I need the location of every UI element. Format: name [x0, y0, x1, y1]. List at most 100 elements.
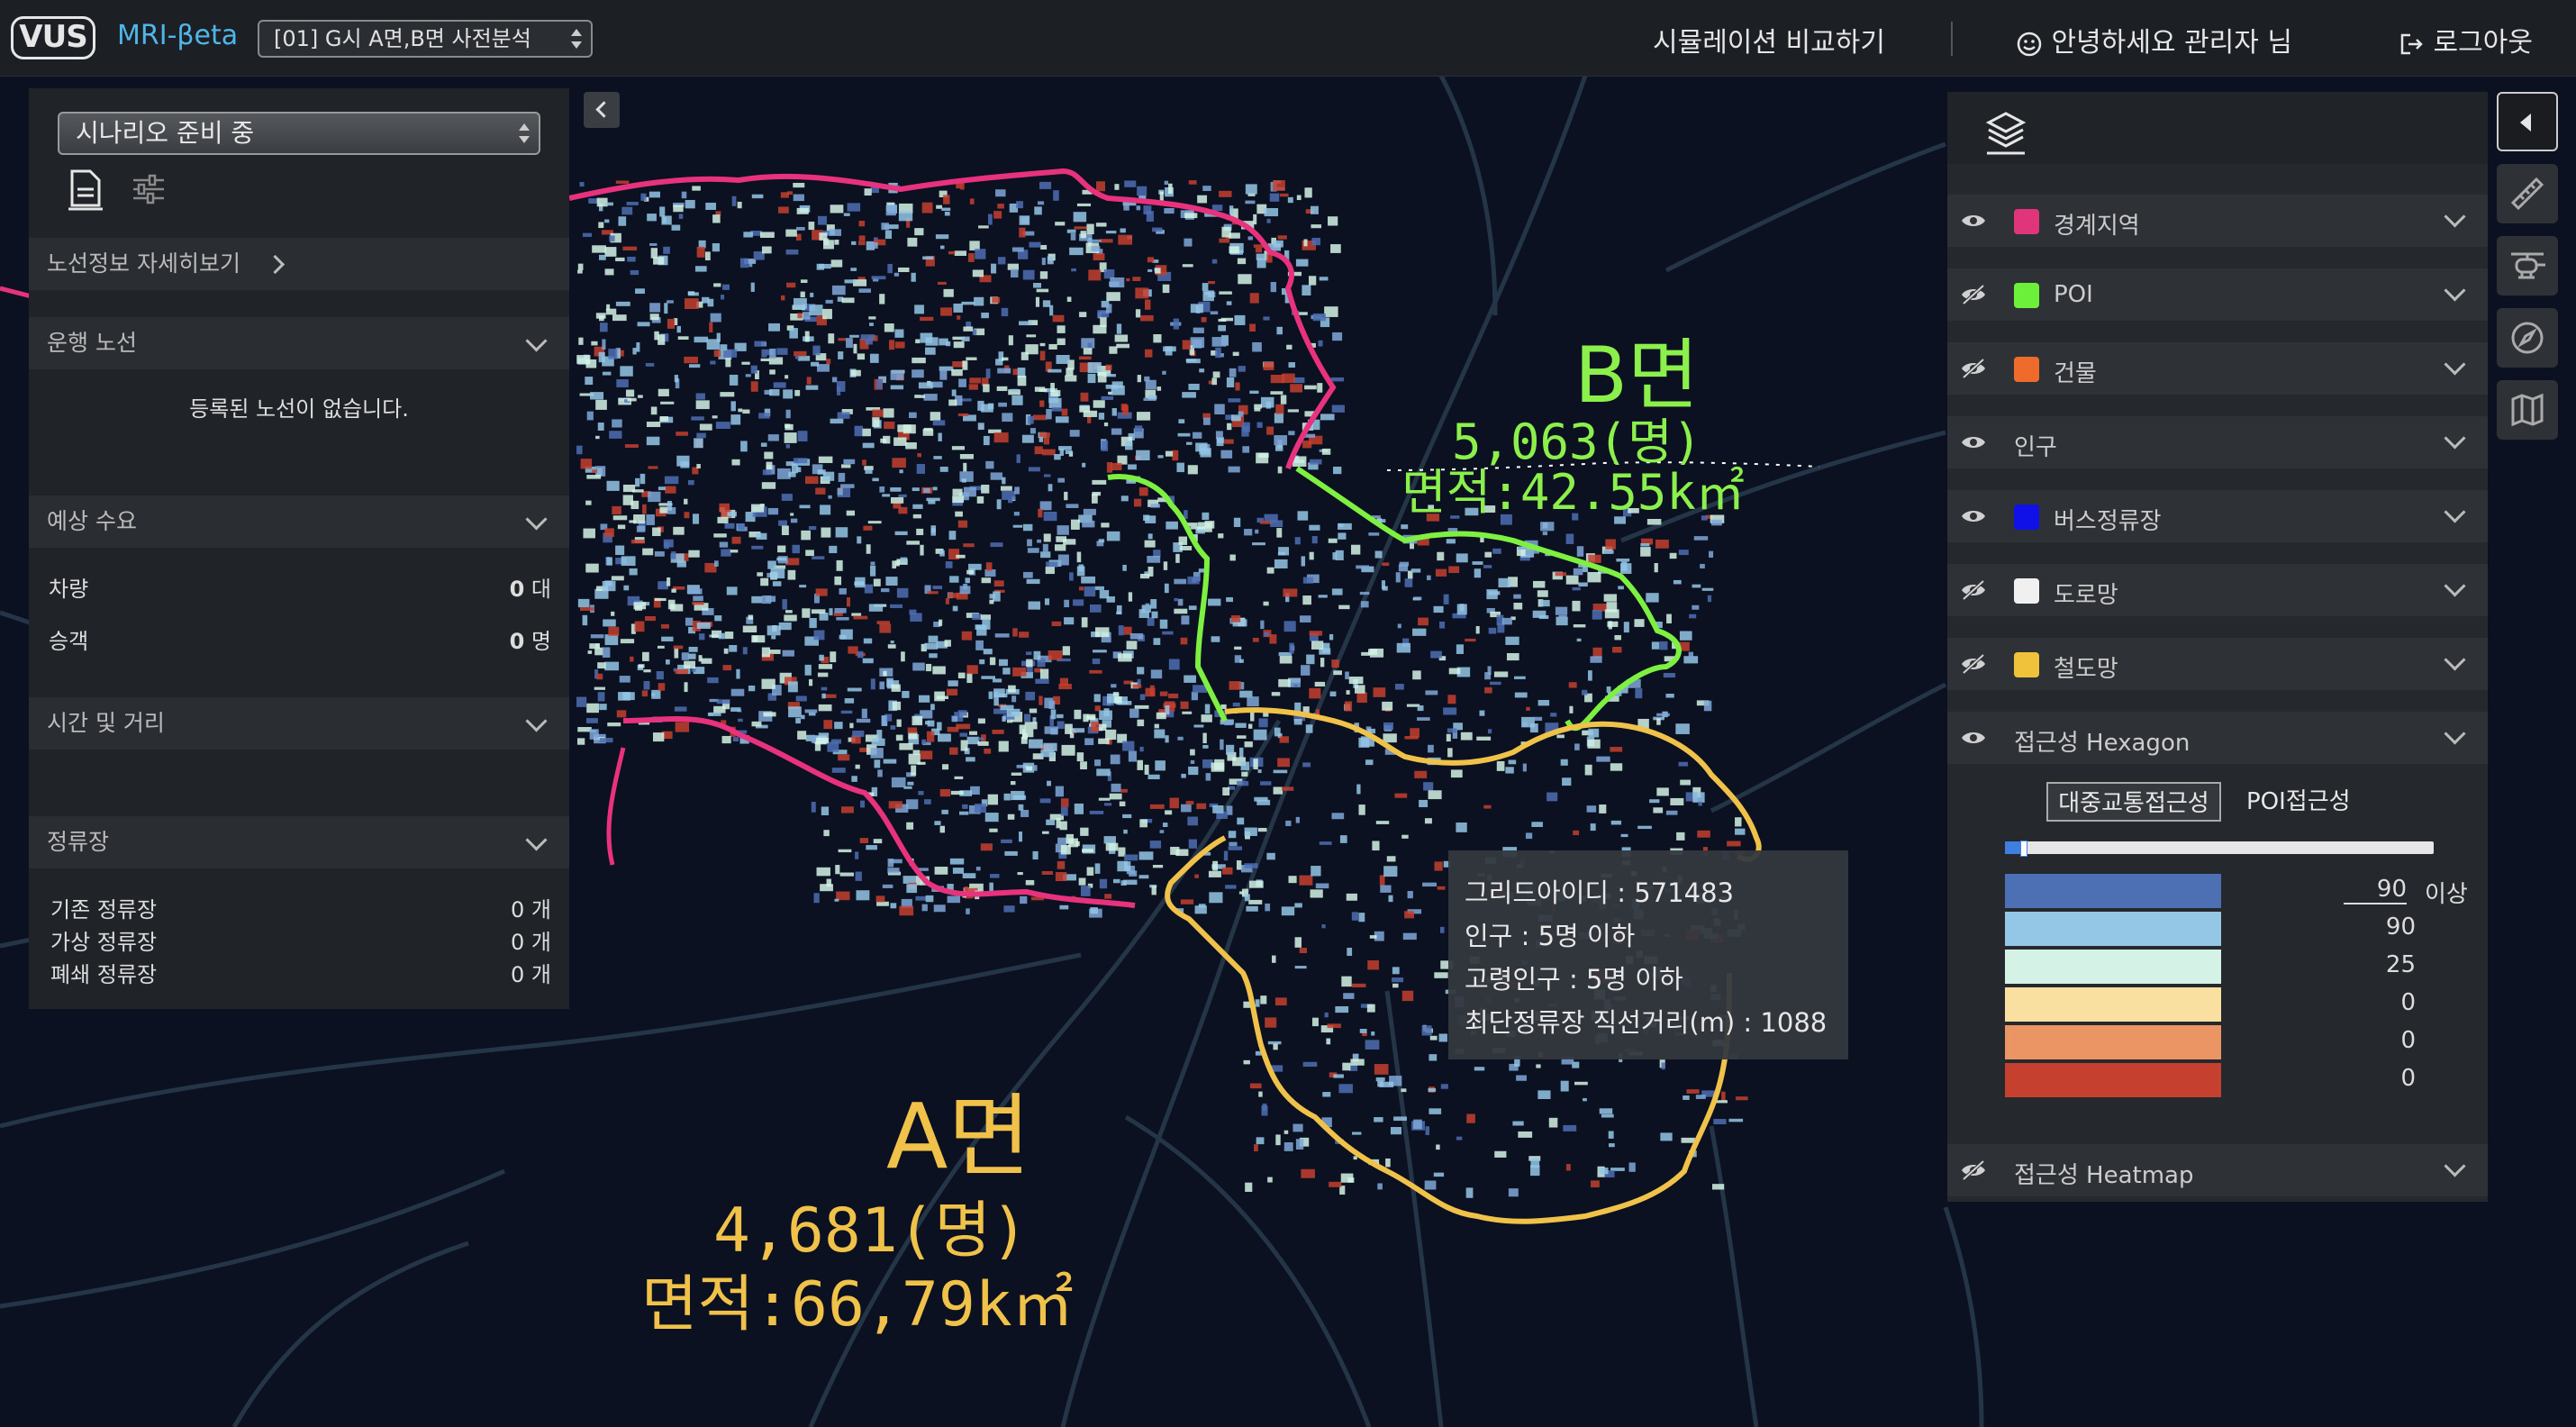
- closed-stop-count: 0: [510, 962, 525, 987]
- eye-icon[interactable]: [1960, 432, 1987, 457]
- stop-label-existing: 기존 정류장: [50, 897, 158, 923]
- demand-value-passenger: 0 명: [407, 623, 551, 655]
- scenario-status-value: 시나리오 준비 중: [76, 118, 255, 148]
- layer-label: 철도망: [2054, 656, 2118, 683]
- closed-stop-unit: 개: [531, 962, 551, 987]
- eye-icon[interactable]: [1960, 210, 1987, 235]
- layer-5[interactable]: 도로망: [1947, 564, 2488, 616]
- layer-0[interactable]: 경계지역: [1947, 195, 2488, 247]
- top-bar: VUS MRI-βeta [01] G시 A면,B면 사전분석 시뮬레이션 비교…: [0, 0, 2576, 77]
- compare-simulation-link[interactable]: 시뮬레이션 비교하기: [1653, 20, 1885, 59]
- virtual-stop-unit: 개: [531, 930, 551, 955]
- legend-swatch: [2005, 874, 2221, 908]
- collapse-left-panel-button[interactable]: [584, 92, 620, 128]
- empty-routes-text: 등록된 노선이 없습니다.: [189, 396, 409, 422]
- measure-button[interactable]: [2497, 164, 2558, 223]
- chevron-down-icon[interactable]: [2444, 1155, 2466, 1177]
- tooltip-distance: 최단정류장 직선거리(m) : 1088: [1465, 1007, 1828, 1038]
- layer-8[interactable]: 접근성 Heatmap: [1947, 1144, 2488, 1196]
- layers-panel: 경계지역 POI 건물인구버스정류장도로망철도망접근성 Hexagon 접근성 Hea…: [1947, 92, 2488, 1202]
- vehicle-count: 0: [509, 577, 525, 602]
- chevron-down-icon: [525, 710, 548, 732]
- logout-icon: [2400, 33, 2423, 54]
- select-arrows-icon: [519, 122, 530, 145]
- legend-swatch: [2005, 1063, 2221, 1097]
- legend-swatch: [2005, 987, 2221, 1022]
- scenario-select[interactable]: [01] G시 A면,B면 사전분석: [258, 20, 593, 58]
- sliders-icon: [133, 174, 164, 205]
- scenario-status-select[interactable]: 시나리오 준비 중: [58, 112, 540, 155]
- legend-threshold-input[interactable]: 90: [2344, 876, 2407, 904]
- stops-header[interactable]: 정류장: [29, 816, 569, 868]
- chevron-down-icon[interactable]: [2444, 427, 2466, 450]
- logout-button[interactable]: 로그아웃: [2398, 20, 2533, 59]
- compass-button[interactable]: [2497, 308, 2558, 368]
- chevron-down-icon[interactable]: [2444, 575, 2466, 597]
- eye-off-icon[interactable]: [1960, 1159, 1987, 1185]
- tab-document[interactable]: [65, 168, 106, 214]
- eye-icon[interactable]: [1960, 727, 1987, 752]
- eye-off-icon[interactable]: [1960, 579, 1987, 604]
- eye-off-icon[interactable]: [1960, 653, 1987, 678]
- operating-routes-header[interactable]: 운행 노선: [29, 317, 569, 369]
- layer-swatch: [2014, 283, 2039, 308]
- stop-label-virtual: 가상 정류장: [50, 930, 158, 955]
- existing-stop-unit: 개: [531, 897, 551, 923]
- layer-swatch: [2014, 209, 2039, 234]
- accessibility-slider[interactable]: [2005, 841, 2434, 857]
- chevron-down-icon[interactable]: [2444, 353, 2466, 376]
- legend-swatch: [2005, 1025, 2221, 1059]
- legend-value: 0: [2400, 1027, 2416, 1054]
- helicopter-view-button[interactable]: [2497, 236, 2558, 295]
- chevron-down-icon[interactable]: [2444, 649, 2466, 671]
- legend-value: 25: [2385, 951, 2416, 978]
- route-detail-label: 노선정보 자세히보기: [47, 250, 240, 277]
- layer-label: 접근성 Heatmap: [2014, 1162, 2194, 1189]
- toggle-panel-button[interactable]: [2497, 92, 2558, 151]
- tooltip-elderly: 고령인구 : 5명 이하: [1465, 964, 1683, 995]
- chevron-down-icon[interactable]: [2444, 279, 2466, 302]
- grid-tooltip: 그리드아이디 : 571483 인구 : 5명 이하 고령인구 : 5명 이하 …: [1448, 850, 1848, 1059]
- layer-label: 도로망: [2054, 582, 2118, 609]
- layer-7[interactable]: 접근성 Hexagon: [1947, 712, 2488, 764]
- eye-icon[interactable]: [1960, 505, 1987, 531]
- select-arrows-icon: [571, 27, 582, 50]
- layer-3[interactable]: 인구: [1947, 416, 2488, 468]
- layer-6[interactable]: 철도망: [1947, 638, 2488, 690]
- eye-off-icon[interactable]: [1960, 284, 1987, 309]
- tab-transit-accessibility[interactable]: 대중교통접근성: [2046, 782, 2221, 822]
- chevron-down-icon[interactable]: [2444, 723, 2466, 745]
- chevron-down-icon[interactable]: [2444, 205, 2466, 228]
- app-name: MRI-βeta: [117, 20, 239, 51]
- time-distance-header[interactable]: 시간 및 거리: [29, 697, 569, 750]
- compass-icon: [2511, 322, 2544, 354]
- area-b-area: 면적:42.55k㎡: [1401, 464, 1745, 521]
- eye-off-icon[interactable]: [1960, 358, 1987, 383]
- tooltip-grid-id: 그리드아이디 : 571483: [1465, 877, 1734, 908]
- demand-label-passenger: 승객: [49, 629, 89, 654]
- area-a-area: 면적:66,79k㎡: [641, 1269, 1074, 1341]
- layer-label: 접근성 Hexagon: [2014, 730, 2191, 757]
- document-icon: [68, 169, 103, 211]
- tab-poi-accessibility[interactable]: POI접근성: [2246, 782, 2351, 822]
- expected-demand-header[interactable]: 예상 수요: [29, 495, 569, 548]
- stop-label-closed: 폐쇄 정류장: [50, 962, 158, 987]
- layer-2[interactable]: 건물: [1947, 342, 2488, 395]
- logo[interactable]: VUS: [11, 16, 95, 59]
- legend-value: 90: [2385, 913, 2416, 941]
- area-a-name: A면: [886, 1084, 1031, 1189]
- tooltip-population: 인구 : 5명 이하: [1465, 921, 1636, 951]
- slider-handle[interactable]: [2020, 841, 2028, 857]
- stop-value-closed: 0 개: [407, 957, 551, 988]
- basemap-button[interactable]: [2497, 380, 2558, 440]
- route-detail-link[interactable]: 노선정보 자세히보기: [29, 238, 569, 290]
- chevron-down-icon[interactable]: [2444, 501, 2466, 523]
- layer-1[interactable]: POI: [1947, 268, 2488, 321]
- layer-4[interactable]: 버스정류장: [1947, 490, 2488, 542]
- user-greeting[interactable]: 안녕하세요 관리자 님: [2016, 20, 2292, 59]
- logout-label: 로그아웃: [2433, 27, 2533, 59]
- tab-settings[interactable]: [128, 168, 169, 214]
- caret-left-icon: [2520, 114, 2531, 132]
- existing-stop-count: 0: [510, 897, 525, 923]
- scenario-panel: 시나리오 준비 중 노선정보 자세히보기 운행 노선 등록된 노선이 없습니다.…: [29, 88, 569, 1009]
